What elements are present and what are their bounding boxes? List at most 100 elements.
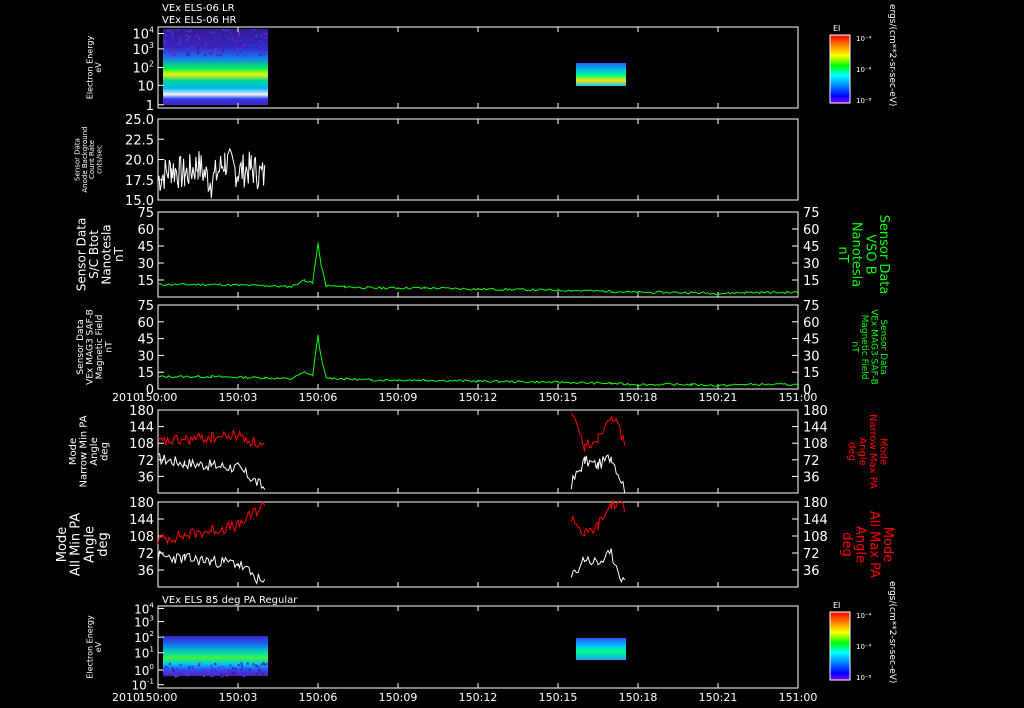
spectrogram-top-speckle bbox=[251, 37, 254, 40]
ytick-label-all: 36 bbox=[137, 564, 154, 579]
spectrogram-top-speckle bbox=[242, 43, 245, 46]
spectrogram-top-speckle bbox=[234, 45, 237, 48]
spectrogram-top-speckle bbox=[207, 48, 210, 50]
spectrogram-top-speckle bbox=[225, 34, 228, 37]
ytick-label-narrow: 36 bbox=[137, 470, 154, 485]
spectrogram-top-speckle bbox=[260, 33, 263, 36]
ytick-label-right-btot: 75 bbox=[803, 206, 820, 221]
spectrogram-top-speckle bbox=[171, 36, 174, 39]
spectrogram-top-speckle bbox=[239, 41, 242, 44]
spectrogram-bottom-speckle bbox=[210, 664, 213, 667]
ylabel-line-narrow: Angle bbox=[89, 437, 100, 465]
spectrogram-bottom-speckle bbox=[260, 663, 263, 666]
spectrogram-bottom-speckle bbox=[231, 670, 234, 673]
spectrogram-bottom-block-2 bbox=[576, 638, 626, 660]
spectrogram-top-speckle bbox=[167, 52, 170, 55]
ylabel-line-narrow: deg bbox=[99, 442, 110, 461]
spectrogram-bottom-speckle bbox=[191, 665, 194, 668]
ytick-label-narrow: 108 bbox=[129, 437, 154, 452]
ytick-label-right-mag: 30 bbox=[803, 349, 820, 364]
spectrogram-bottom-speckle bbox=[188, 666, 191, 669]
spectrogram-top-speckle bbox=[209, 45, 212, 48]
ytick-label-spec2: 102 bbox=[134, 629, 154, 645]
spectrogram-top-speckle bbox=[179, 37, 182, 40]
spectrogram-top-speckle bbox=[202, 42, 205, 45]
spectrogram-top-speckle bbox=[253, 29, 256, 31]
ytick-label-spec1: 102 bbox=[132, 60, 154, 77]
spectrogram-top-speckle bbox=[243, 54, 246, 57]
xaxis-middle-label: 150:00 bbox=[139, 391, 178, 404]
xaxis-middle-label: 150:15 bbox=[539, 391, 578, 404]
spectrogram-top-speckle bbox=[187, 47, 189, 50]
panel-frame-narrow bbox=[157, 409, 799, 494]
xaxis-bottom-label: 150:15 bbox=[539, 691, 578, 704]
ytick-label-right-all: 144 bbox=[803, 513, 828, 528]
spectrogram-bottom-speckle bbox=[164, 665, 167, 668]
spectrogram-top-speckle bbox=[191, 46, 194, 48]
ytick-label-all: 72 bbox=[137, 547, 154, 562]
panel-frame-btot bbox=[157, 211, 799, 298]
spectrogram-top-speckle bbox=[240, 35, 242, 38]
spectrogram-top-speckle bbox=[239, 47, 242, 50]
series-all-max-pa bbox=[157, 499, 626, 546]
spectrogram-top-speckle bbox=[174, 52, 177, 55]
colorbar-bottom-tick-mid: 10⁻⁶ bbox=[856, 643, 872, 651]
spectrogram-top-speckle bbox=[187, 52, 190, 55]
spectrogram-top-block-2 bbox=[576, 63, 626, 86]
spectrogram-top-block-1 bbox=[163, 29, 268, 105]
ytick-label-btot: 15 bbox=[137, 274, 154, 289]
spectrogram-top-speckle bbox=[236, 35, 239, 38]
rlabel-line-narrow: Angle bbox=[856, 437, 867, 465]
spectrogram-bottom-speckle bbox=[209, 670, 212, 673]
colorbar-top: EI 10⁻⁴ 10⁻⁶ 10⁻⁸ ergs/(cm**2-sr-sec-eV) bbox=[829, 4, 897, 106]
spectrogram-top-speckle bbox=[255, 33, 258, 36]
spectrogram-bottom-speckle bbox=[169, 671, 172, 674]
xaxis-bottom-year: 2010 bbox=[112, 691, 140, 704]
spectrogram-top-speckle bbox=[170, 51, 173, 54]
ytick-label-mag: 60 bbox=[137, 316, 154, 331]
ytick-label-right-mag: 60 bbox=[803, 316, 820, 331]
ytick-label-spec1: 103 bbox=[132, 41, 154, 58]
spectrogram-top-speckle bbox=[201, 50, 204, 53]
ytick-label-btot: 30 bbox=[137, 257, 154, 272]
spectrogram-top-speckle bbox=[186, 38, 189, 41]
rlabel-line-narrow: deg bbox=[846, 442, 857, 461]
series-mag-field bbox=[157, 334, 799, 388]
ytick-label-right-all: 108 bbox=[803, 530, 828, 545]
spectrogram-top-speckle bbox=[264, 32, 267, 35]
spectrogram-bottom-speckle bbox=[242, 675, 245, 678]
spectrogram-bottom-speckle bbox=[214, 663, 217, 665]
ytick-label-all: 108 bbox=[129, 530, 154, 545]
spectrogram-top-speckle bbox=[193, 52, 196, 55]
spectrogram-bottom-speckle bbox=[261, 674, 264, 677]
ytick-label-mag: 75 bbox=[137, 299, 154, 314]
rlabel-narrow: ModeNarrow Max PAAngledeg bbox=[846, 414, 889, 489]
spectrogram-top-speckle bbox=[264, 42, 267, 45]
spectrogram-bottom-speckle bbox=[209, 674, 212, 677]
spectrogram-top-speckle bbox=[163, 50, 166, 53]
ytick-label-btot: 45 bbox=[137, 240, 154, 255]
ylabel-line-narrow: Narrow Min PA bbox=[78, 415, 89, 487]
spectrogram-bottom-speckle bbox=[168, 663, 171, 665]
spectrogram-top-speckle bbox=[216, 33, 219, 36]
spectrogram-bottom-speckle bbox=[212, 675, 215, 678]
spectrogram-top-speckle bbox=[197, 52, 200, 55]
xaxis-middle-label: 150:21 bbox=[699, 391, 738, 404]
ytick-label-right-all: 180 bbox=[803, 496, 828, 511]
spectrogram-top-speckle bbox=[226, 29, 229, 32]
spectrogram-top-speckle bbox=[187, 54, 190, 57]
colorbar-bottom-tick-low: 10⁻⁸ bbox=[856, 674, 872, 682]
spectrogram-top-speckle bbox=[219, 38, 222, 41]
spectrogram-top-speckle bbox=[198, 37, 201, 40]
ylabel-line-bg: cnts/sec bbox=[95, 145, 103, 174]
spectrogram-bottom-speckle bbox=[257, 666, 260, 669]
ytick-label-mag: 45 bbox=[137, 333, 154, 348]
colorbar-bottom-units: ergs/(cm**2-sr-sec-eV) bbox=[887, 581, 897, 683]
ytick-label-right-narrow: 72 bbox=[803, 454, 820, 469]
spectrogram-top-speckle bbox=[234, 40, 236, 42]
ytick-label-spec2: 103 bbox=[134, 614, 154, 630]
xaxis-bottom-label: 150:09 bbox=[379, 691, 418, 704]
spectrogram-top-speckle bbox=[209, 50, 212, 53]
ytick-label-right-all: 36 bbox=[803, 564, 820, 579]
spectrogram-bottom-speckle bbox=[226, 674, 228, 677]
